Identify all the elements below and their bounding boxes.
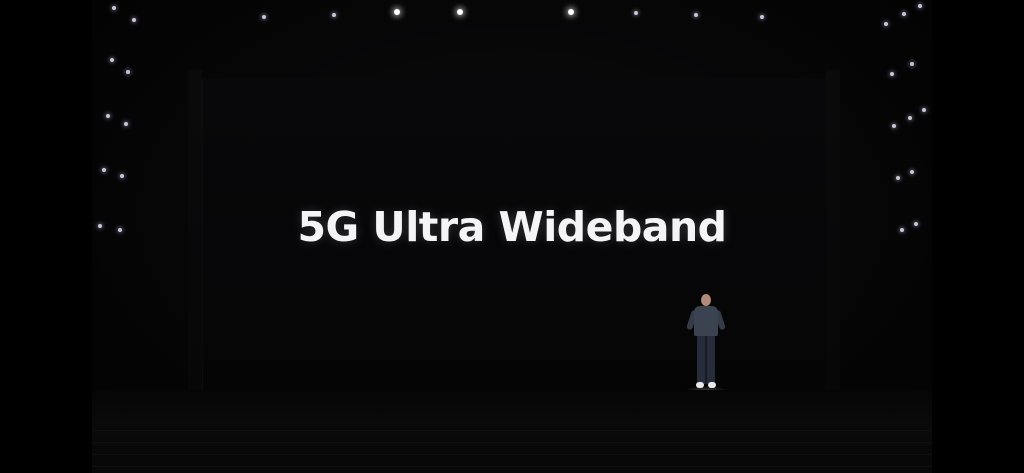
ceiling-light	[394, 9, 400, 15]
stage-floor	[92, 390, 932, 473]
side-light-right	[910, 62, 914, 66]
ceiling-light	[457, 9, 463, 15]
presenter-figure	[684, 294, 728, 398]
ceiling-light	[634, 11, 638, 15]
side-light-right	[908, 116, 912, 120]
headline-text: 5G Ultra Wideband	[297, 203, 727, 251]
side-light-right	[918, 4, 922, 8]
ceiling-light	[568, 9, 574, 15]
ceiling-light	[332, 13, 336, 17]
side-light-left	[112, 6, 116, 10]
side-light-left	[120, 174, 124, 178]
side-light-left	[124, 122, 128, 126]
side-light-left	[110, 58, 114, 62]
side-light-right	[902, 12, 906, 16]
side-light-right	[884, 22, 888, 26]
side-light-left	[126, 70, 130, 74]
side-light-right	[892, 124, 896, 128]
side-light-left	[132, 18, 136, 22]
ceiling-light	[760, 15, 764, 19]
side-light-right	[910, 170, 914, 174]
side-light-right	[890, 72, 894, 76]
side-light-right	[922, 108, 926, 112]
keynote-stage: 5G Ultra Wideband	[92, 0, 932, 473]
video-frame: 5G Ultra Wideband	[0, 0, 1024, 473]
ceiling-light	[262, 15, 266, 19]
ceiling-light	[694, 13, 698, 17]
side-light-left	[102, 168, 106, 172]
side-light-right	[896, 176, 900, 180]
side-light-left	[106, 114, 110, 118]
